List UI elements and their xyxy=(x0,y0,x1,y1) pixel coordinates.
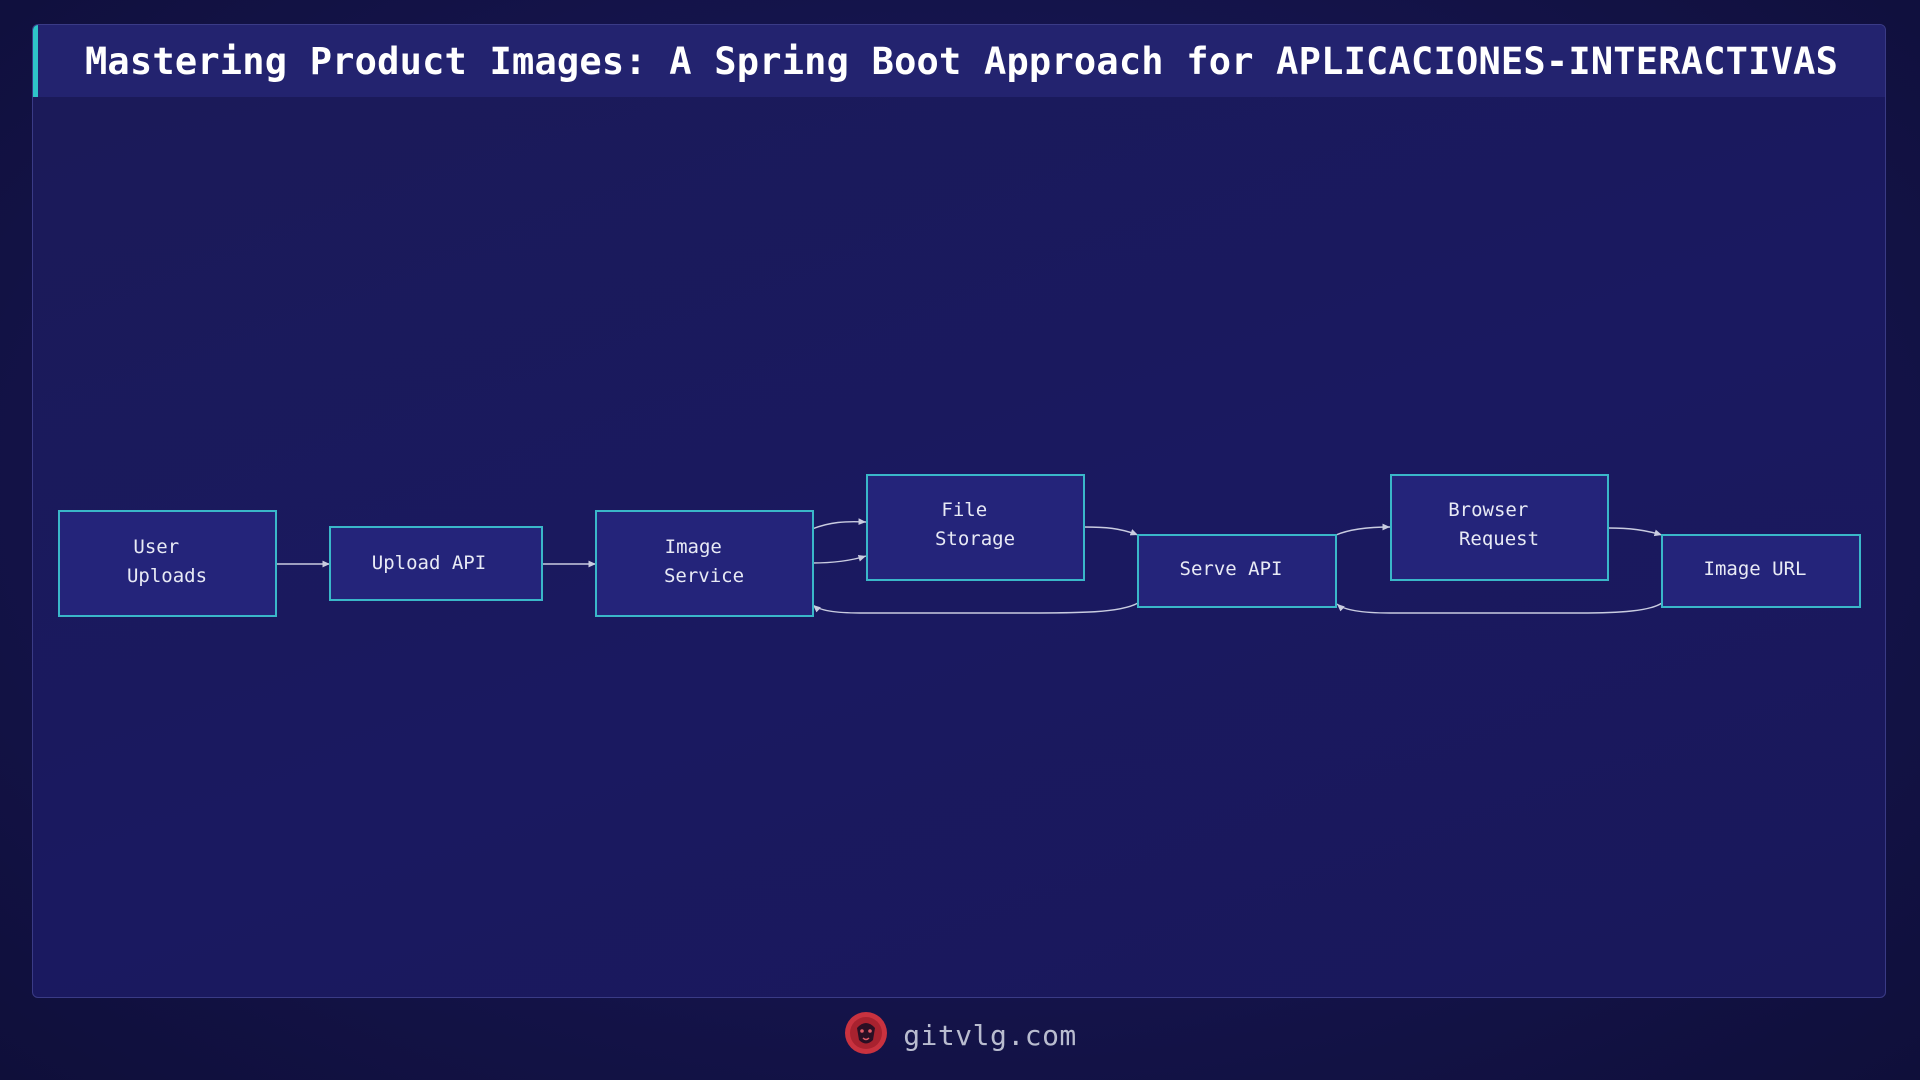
node-image-url: Image URL xyxy=(1661,534,1861,608)
edge-serve-api-to-browser-request xyxy=(1335,523,1391,536)
edge-file-storage-to-serve-api xyxy=(1083,526,1139,536)
edge-browser-request-to-image-url xyxy=(1607,527,1663,537)
node-user-uploads: User Uploads xyxy=(58,510,277,617)
node-upload-api: Upload API xyxy=(329,526,543,601)
edge-image-url-to-serve-api xyxy=(1336,602,1663,614)
node-image-url-label: Image URL xyxy=(1704,558,1807,580)
node-serve-api-label: Serve API xyxy=(1180,558,1283,580)
node-serve-api: Serve API xyxy=(1137,534,1337,608)
node-browser-request: Browser Request xyxy=(1390,474,1609,581)
lion-head-icon xyxy=(843,1010,889,1060)
footer-site-link[interactable]: gitvlg.com xyxy=(903,1019,1077,1052)
node-image-service: Image Service xyxy=(595,510,814,617)
footer: gitvlg.com xyxy=(0,1010,1920,1060)
flow-diagram: User Uploads Upload API Image Service Fi… xyxy=(58,474,1861,617)
node-upload-api-label: Upload API xyxy=(372,552,486,574)
node-file-storage: File Storage xyxy=(866,474,1085,581)
edge-image-service-to-file-storage-1 xyxy=(811,518,867,530)
edge-image-service-to-file-storage-2 xyxy=(811,555,867,564)
edge-serve-api-to-image-service xyxy=(812,602,1139,614)
